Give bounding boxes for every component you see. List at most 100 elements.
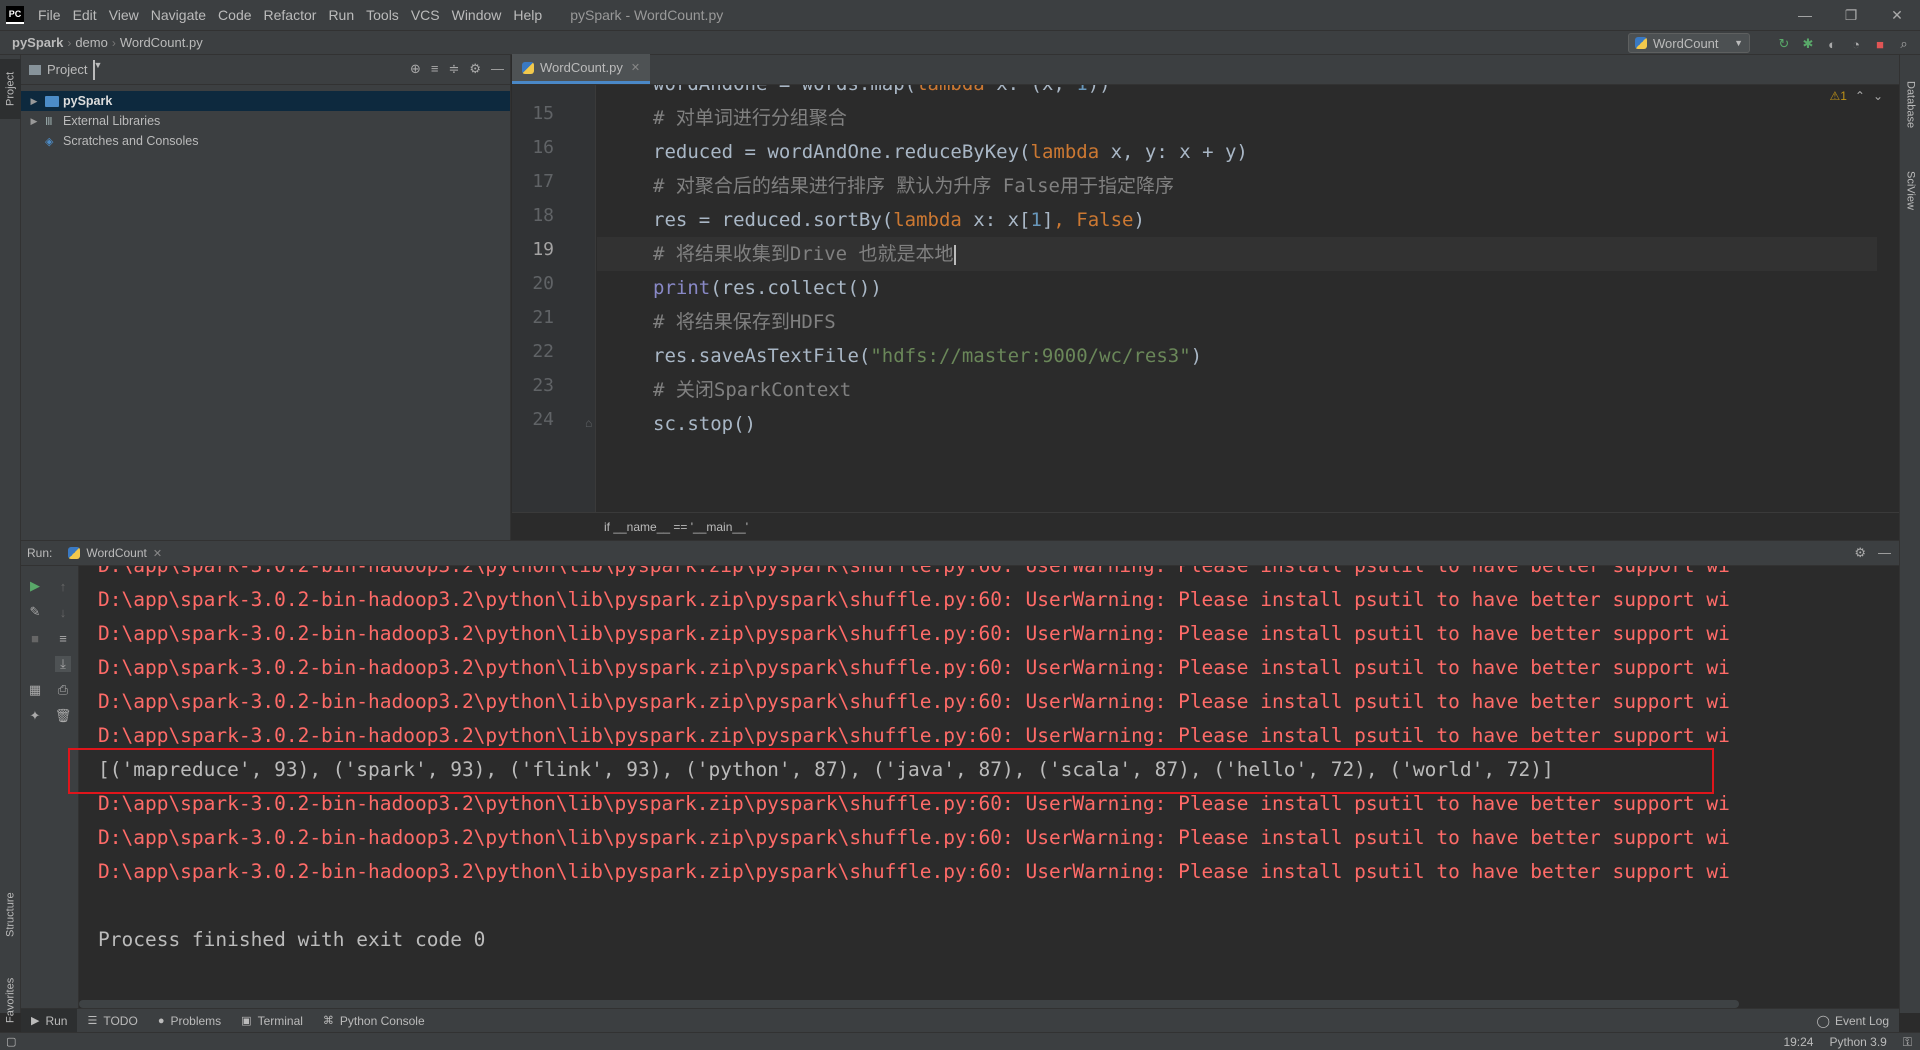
menu-edit[interactable]: Edit [67, 0, 103, 30]
tool-tab-python-console[interactable]: ⌘ Python Console [313, 1009, 435, 1033]
menu-vcs[interactable]: VCS [405, 0, 446, 30]
tool-tab-terminal[interactable]: ▣ Terminal [231, 1009, 313, 1033]
code-line-21[interactable]: # 将结果保存到HDFS [597, 305, 1877, 339]
layout-icon[interactable]: ▦ [27, 682, 43, 698]
tree-item-pyspark[interactable]: ▶ pySpark [21, 91, 510, 111]
project-tool-tab[interactable]: Project [0, 59, 21, 119]
tree-item-external-libraries[interactable]: ▶ Ⅲ External Libraries [21, 111, 510, 131]
maximize-button[interactable]: ❐ [1828, 0, 1874, 30]
layout-toggle-icon[interactable]: ▢ [6, 1035, 16, 1048]
python-interpreter[interactable]: Python 3.9 [1829, 1035, 1886, 1049]
code-line-23[interactable]: # 关闭SparkContext [597, 373, 1877, 407]
inspection-widget[interactable]: ⚠1 ⌃ ⌄ [1829, 89, 1883, 103]
project-panel: Project ▼ ⊕ ≡ ≑ ⚙ — ▶ pySpark ▶ Ⅲ Extern… [21, 55, 511, 540]
tool-tab-todo[interactable]: ☰ TODO [77, 1009, 147, 1033]
profile-icon[interactable]: ◔ [1848, 36, 1864, 52]
hide-panel-icon[interactable]: — [1878, 545, 1891, 561]
fold-marker-icon[interactable]: ⌂ [585, 416, 592, 430]
status-bar: ▢ 19:24 Python 3.9 ⚿ [0, 1032, 1920, 1050]
chevron-right-icon[interactable]: ▶ [27, 96, 41, 107]
coverage-icon[interactable]: ◐ [1824, 36, 1840, 52]
stop-icon[interactable]: ■ [1872, 36, 1888, 52]
code-line-16[interactable]: reduced = wordAndOne.reduceByKey(lambda … [597, 135, 1877, 169]
rerun-icon[interactable]: ↻ [1776, 36, 1792, 52]
editor-tab-bar: WordCount.py ✕ [512, 54, 1899, 85]
window-title: pySpark - WordCount.py [570, 7, 724, 23]
code-line-22[interactable]: res.saveAsTextFile("hdfs://master:9000/w… [597, 339, 1877, 373]
console-warning-line: D:\app\spark-3.0.2-bin-hadoop3.2\python\… [98, 622, 1730, 645]
menu-refactor[interactable]: Refactor [258, 0, 323, 30]
status-bar-right: 19:24 Python 3.9 ⚿ [1783, 1033, 1912, 1050]
code-area[interactable]: wordAndOne = words.map(lambda x: (x, 1))… [597, 85, 1877, 512]
code-line-24[interactable]: sc.stop() [597, 407, 1877, 441]
chevron-down-icon[interactable]: ▼ [93, 59, 102, 80]
menu-window[interactable]: Window [446, 0, 508, 30]
menu-run[interactable]: Run [322, 0, 360, 30]
wrench-icon[interactable]: ✎ [27, 604, 43, 620]
cursor-position[interactable]: 19:24 [1783, 1035, 1813, 1049]
python-file-icon [68, 547, 81, 559]
code-breadcrumb[interactable]: if __name__ == '__main__' [512, 512, 1899, 540]
favorites-tool-tab[interactable]: Favorites [0, 960, 21, 1040]
gear-icon[interactable]: ⚙ [1854, 545, 1866, 561]
locate-file-icon[interactable]: ⊕ [410, 61, 421, 77]
breadcrumb-file[interactable]: WordCount.py [116, 35, 207, 50]
print-icon[interactable]: ⎙ [55, 682, 71, 698]
menu-navigate[interactable]: Navigate [145, 0, 212, 30]
console-warning-line: D:\app\spark-3.0.2-bin-hadoop3.2\python\… [98, 656, 1730, 679]
code-line-17[interactable]: # 对聚合后的结果进行排序 默认为升序 False用于指定降序 [597, 169, 1877, 203]
gear-icon[interactable]: ⚙ [469, 61, 481, 77]
collapse-all-icon[interactable]: ≑ [448, 61, 459, 77]
pin-icon[interactable]: ✦ [27, 708, 43, 724]
hide-panel-icon[interactable]: — [491, 61, 504, 77]
result-highlight-box [68, 748, 1714, 794]
run-configuration-select[interactable]: WordCount ▼ [1628, 33, 1750, 53]
run-tab-wordcount[interactable]: WordCount ✕ [68, 546, 162, 560]
code-line-20[interactable]: print(res.collect()) [597, 271, 1877, 305]
chevron-down-icon: ▼ [1734, 38, 1743, 48]
breadcrumb-folder[interactable]: demo [71, 35, 112, 50]
menu-code[interactable]: Code [212, 0, 257, 30]
code-line-18[interactable]: res = reduced.sortBy(lambda x: x[1], Fal… [597, 203, 1877, 237]
tool-tab-run[interactable]: ▶ Run [21, 1008, 78, 1033]
close-window-button[interactable]: ✕ [1874, 0, 1920, 30]
trash-icon[interactable]: 🗑 [55, 708, 72, 724]
stop-icon[interactable]: ■ [27, 630, 43, 646]
debug-icon[interactable]: ✱ [1800, 36, 1816, 52]
line-number: 24 [532, 409, 554, 430]
code-line-19[interactable]: # 将结果收集到Drive 也就是本地 [597, 237, 1877, 271]
chevron-up-icon[interactable]: ⌃ [1855, 89, 1865, 103]
expand-all-icon[interactable]: ≡ [431, 61, 439, 77]
text-caret [953, 244, 956, 265]
project-panel-title[interactable]: Project [47, 62, 87, 77]
console-warning-line: D:\app\spark-3.0.2-bin-hadoop3.2\python\… [98, 826, 1730, 849]
breadcrumb-project[interactable]: pySpark [0, 35, 67, 50]
tree-item-scratches[interactable]: ◈ Scratches and Consoles [21, 131, 510, 151]
close-icon[interactable]: ✕ [631, 61, 640, 74]
search-everywhere-icon[interactable]: ⌕ [1896, 36, 1912, 52]
horizontal-scrollbar[interactable] [79, 1000, 1739, 1008]
minimize-button[interactable]: — [1782, 0, 1828, 30]
chevron-right-icon[interactable]: ▶ [27, 116, 41, 127]
code-line-15[interactable]: # 对单词进行分组聚合 [597, 101, 1877, 135]
editor-tab-wordcount[interactable]: WordCount.py ✕ [512, 54, 651, 84]
run-icon: ▶ [31, 1015, 40, 1027]
close-icon[interactable]: ✕ [153, 547, 162, 560]
structure-tool-tab[interactable]: Structure [0, 875, 21, 955]
menu-file[interactable]: File [32, 0, 67, 30]
code-line-14[interactable]: wordAndOne = words.map(lambda x: (x, 1)) [597, 85, 1877, 101]
arrow-up-icon[interactable]: ↑ [55, 578, 71, 594]
lock-icon[interactable]: ⚿ [1903, 1035, 1912, 1050]
menu-help[interactable]: Help [507, 0, 548, 30]
sciview-tool-tab[interactable]: SciView [1900, 155, 1920, 225]
scroll-to-end-icon[interactable]: ⤓ [55, 656, 71, 672]
database-tool-tab[interactable]: Database [1900, 65, 1920, 145]
arrow-down-icon[interactable]: ↓ [55, 604, 71, 620]
soft-wrap-icon[interactable]: ≡ [55, 630, 71, 646]
menu-tools[interactable]: Tools [360, 0, 405, 30]
run-icon[interactable]: ▶ [27, 578, 43, 594]
tool-tab-problems[interactable]: ● Problems [148, 1009, 231, 1033]
menu-view[interactable]: View [103, 0, 145, 30]
event-log-button[interactable]: ◯ Event Log [1817, 1009, 1889, 1033]
chevron-down-icon[interactable]: ⌄ [1873, 89, 1883, 103]
